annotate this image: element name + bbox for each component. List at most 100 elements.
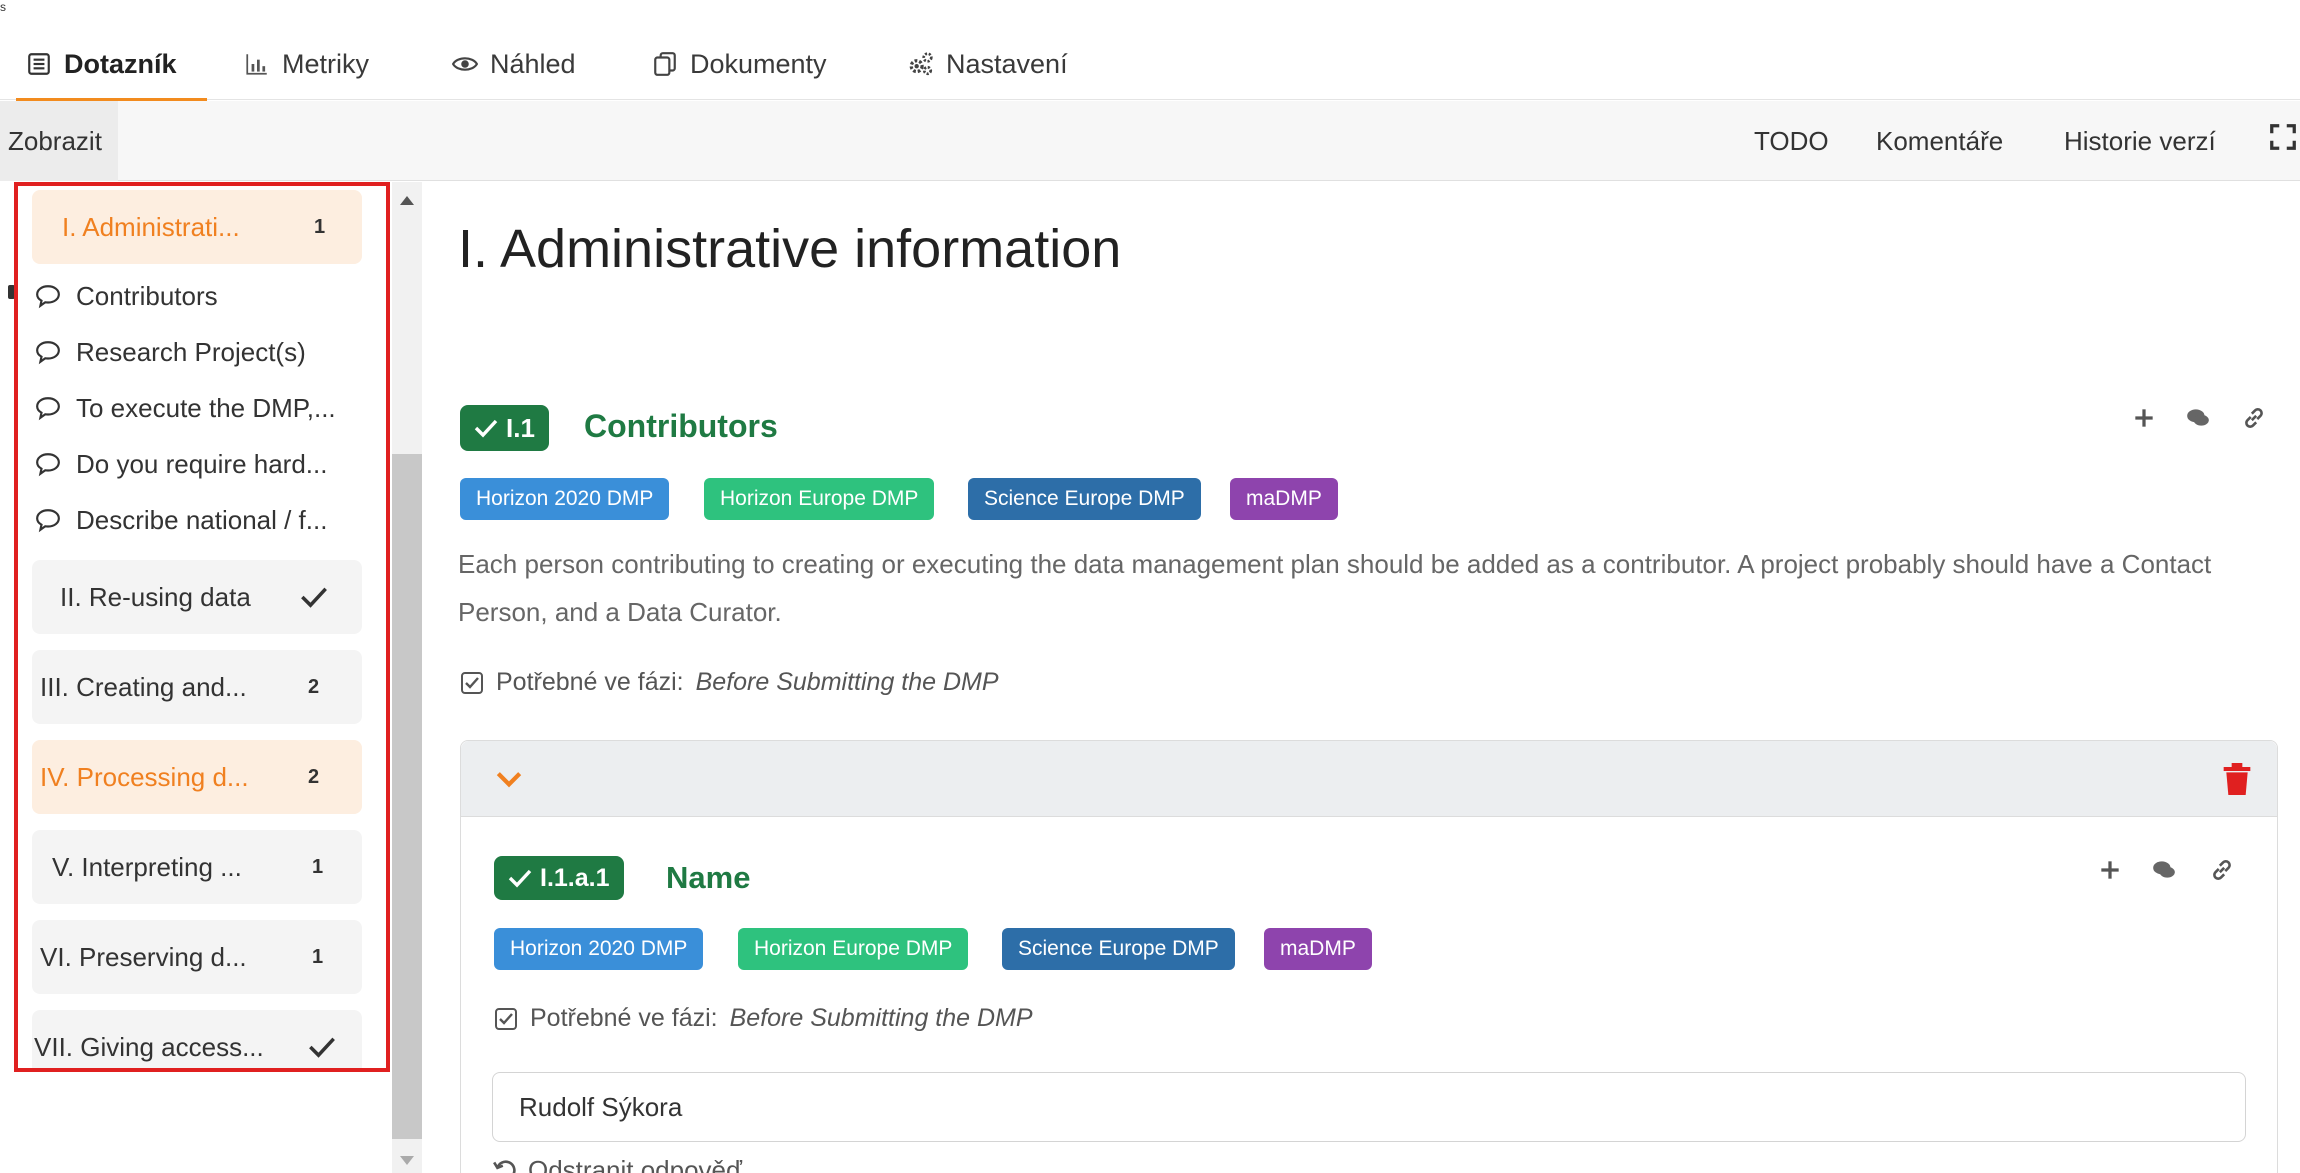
chevron-down-icon[interactable]	[493, 763, 525, 795]
check-icon	[301, 587, 327, 608]
item-question-number-badge: I.1.a.1	[494, 856, 624, 900]
check-icon	[508, 869, 532, 888]
tab-label: Metriky	[282, 48, 369, 79]
trash-icon[interactable]	[2221, 761, 2253, 797]
chapter-navigation: I. Administrati... 1 Contributors Resear…	[14, 182, 390, 1072]
plus-icon	[2135, 409, 2153, 427]
clear-answer-label: Odstranit odpověď	[528, 1154, 742, 1173]
comments-button[interactable]: Komentáře	[1876, 101, 2003, 181]
version-history-button[interactable]: Historie verzí	[2064, 101, 2216, 181]
tab-metrics[interactable]: Metriky	[244, 28, 369, 100]
chapter-count: 2	[308, 765, 320, 788]
chapter-count: 1	[314, 215, 326, 238]
tab-label: Nastavení	[946, 48, 1068, 79]
comment-icon	[36, 397, 60, 421]
chapter-label: III. Creating and...	[40, 671, 247, 702]
phase-label: Potřebné ve fázi:	[496, 668, 684, 696]
tab-label: Dokumenty	[690, 48, 827, 79]
item-question-number: I.1.a.1	[540, 863, 610, 892]
sidebar-chapter-1[interactable]: I. Administrati... 1	[32, 190, 362, 264]
undo-icon	[493, 1160, 516, 1173]
tab-settings[interactable]: Nastavení	[908, 28, 1068, 100]
tab-questionnaire[interactable]: Dotazník	[16, 28, 206, 101]
sidebar-scrollbar[interactable]	[392, 182, 422, 1173]
comments-button[interactable]	[2180, 400, 2216, 436]
sidebar-chapter-5[interactable]: V. Interpreting ... 1	[32, 830, 362, 904]
check-icon	[474, 419, 498, 438]
question-label: Contributors	[76, 280, 218, 311]
tag-badge: Horizon 2020 DMP	[460, 478, 670, 520]
sidebar-question[interactable]: To execute the DMP,...	[34, 388, 336, 428]
comments-button[interactable]	[2146, 852, 2182, 888]
question-number-badge: I.1	[460, 405, 549, 451]
gears-icon	[909, 52, 933, 76]
tab-label: Dotazník	[64, 48, 177, 79]
add-button[interactable]	[2126, 400, 2162, 436]
chapter-label: V. Interpreting ...	[52, 851, 242, 882]
expand-icon[interactable]	[2268, 122, 2298, 152]
scroll-up-arrow[interactable]	[400, 196, 414, 205]
top-tab-bar: Dotazník Metriky Náhled Dokumenty Nastav…	[0, 28, 2300, 101]
comment-icon	[36, 341, 60, 365]
comments-icon	[2153, 861, 2175, 878]
bar-chart-icon	[246, 54, 267, 75]
sidebar-question[interactable]: Research Project(s)	[34, 332, 306, 372]
chapter-label: VII. Giving access...	[34, 1031, 264, 1062]
scroll-thumb[interactable]	[392, 454, 422, 1139]
sidebar-chapter-6[interactable]: VI. Preserving d... 1	[32, 920, 362, 994]
chapter-count: 1	[312, 945, 324, 968]
page-title: I. Administrative information	[458, 219, 1122, 279]
tag-badge: maDMP	[1264, 928, 1372, 970]
name-answer-field[interactable]: Rudolf Sýkora	[492, 1072, 2246, 1142]
link-icon	[2213, 860, 2231, 880]
clear-answer-button[interactable]: Odstranit odpověď	[492, 1152, 742, 1173]
link-button[interactable]	[2204, 852, 2240, 888]
check-icon	[309, 1037, 335, 1058]
comment-icon	[36, 453, 60, 477]
toolbar: Zobrazit TODO Komentáře Historie verzí	[0, 101, 2300, 181]
sidebar-question[interactable]: Do you require hard...	[34, 444, 327, 484]
chapter-label: VI. Preserving d...	[40, 941, 247, 972]
tag-badge: Horizon 2020 DMP	[494, 928, 704, 970]
item-question-title: Name	[666, 860, 751, 895]
question-number: I.1	[506, 412, 535, 443]
eye-icon	[452, 57, 478, 71]
question-label: Do you require hard...	[76, 448, 328, 479]
tab-preview[interactable]: Náhled	[452, 28, 576, 100]
sidebar-chapter-4[interactable]: IV. Processing d... 2	[32, 740, 362, 814]
scroll-down-arrow[interactable]	[400, 1156, 414, 1165]
tag-badge: Science Europe DMP	[968, 478, 1201, 520]
link-icon	[2245, 408, 2263, 428]
sidebar-chapter-2[interactable]: II. Re-using data	[32, 560, 362, 634]
plus-icon	[2101, 861, 2119, 879]
question-label: Describe national / f...	[76, 504, 328, 535]
phase-value: Before Submitting the DMP	[695, 668, 999, 696]
sidebar-question[interactable]: Describe national / f...	[34, 500, 327, 540]
chapter-count: 2	[308, 675, 320, 698]
add-button[interactable]	[2092, 852, 2128, 888]
checkbox-checked-icon	[495, 1007, 517, 1030]
link-button[interactable]	[2236, 400, 2272, 436]
copy-icon	[654, 52, 676, 76]
sidebar-chapter-7[interactable]: VII. Giving access...	[32, 1010, 362, 1068]
tag-badge: maDMP	[1230, 478, 1338, 520]
question-description: Each person contributing to creating or …	[458, 549, 2212, 627]
sidebar-question[interactable]: Contributors	[34, 276, 218, 316]
sidebar-chapter-3[interactable]: III. Creating and... 2	[32, 650, 362, 724]
tag-badge: Horizon Europe DMP	[704, 478, 935, 520]
comment-icon	[36, 509, 60, 533]
phase-value: Before Submitting the DMP	[729, 1004, 1033, 1032]
todo-button[interactable]: TODO	[1754, 101, 1829, 181]
corner-mark: s	[0, 0, 6, 14]
view-button[interactable]: Zobrazit	[0, 101, 118, 181]
tab-documents[interactable]: Dokumenty	[652, 28, 827, 100]
chapter-label: II. Re-using data	[60, 581, 251, 612]
question-label: Research Project(s)	[76, 336, 306, 367]
chapter-label: I. Administrati...	[62, 211, 240, 242]
phase-label: Potřebné ve fázi:	[530, 1004, 718, 1032]
required-phase: Potřebné ve fázi: Before Submitting the …	[494, 1004, 1033, 1033]
question-label: To execute the DMP,...	[76, 392, 336, 423]
chapter-label: IV. Processing d...	[40, 761, 249, 792]
comment-icon	[36, 285, 60, 309]
question-title: Contributors	[584, 408, 778, 444]
